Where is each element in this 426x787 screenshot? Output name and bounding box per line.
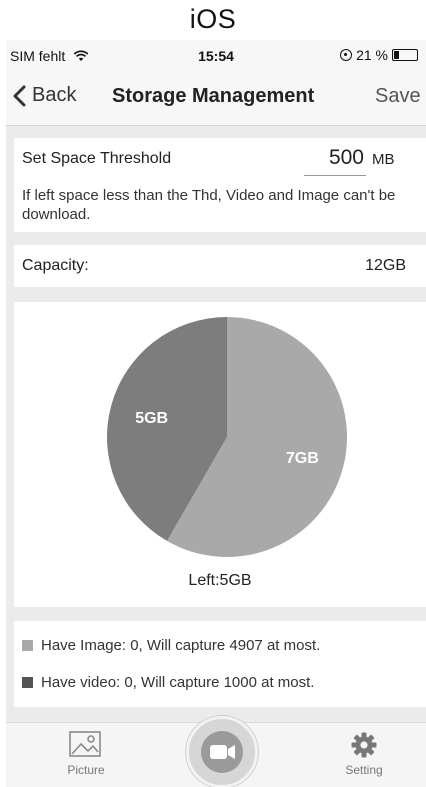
threshold-unit: MB [372, 151, 395, 168]
threshold-input-underline [304, 175, 366, 176]
rotation-lock-icon [340, 49, 353, 61]
legend-video: Have video: 0, Will capture 1000 at most… [22, 674, 314, 691]
legend-image-text: Have Image: 0, Will capture 4907 at most… [41, 637, 321, 654]
save-button[interactable]: Save [375, 85, 421, 108]
chevron-left-icon [13, 85, 26, 106]
threshold-description: If left space less than the Thd, Video a… [22, 187, 396, 223]
back-label: Back [32, 84, 77, 106]
legend-section: Have Image: 0, Will capture 4907 at most… [14, 621, 426, 707]
back-button[interactable]: Back [12, 84, 76, 107]
record-video-button[interactable] [186, 716, 258, 787]
battery-icon [392, 49, 418, 61]
legend-image: Have Image: 0, Will capture 4907 at most… [22, 637, 320, 654]
legend-image-swatch [22, 640, 33, 651]
threshold-input[interactable]: 500 [304, 146, 364, 170]
threshold-section: Set Space Threshold 500 MB If left space… [14, 138, 426, 232]
storage-chart-section: 7GB 5GB Left:5GB [14, 302, 426, 607]
page-title: Storage Management [112, 85, 315, 107]
status-right: 21 % [340, 47, 418, 63]
left-space-label: Left:5GB [188, 572, 252, 589]
tab-picture[interactable]: Picture [56, 723, 116, 777]
storage-pie-chart: 7GB 5GB [106, 317, 347, 557]
capacity-label: Capacity: [22, 257, 89, 274]
tab-setting[interactable]: Setting [334, 723, 394, 777]
capacity-value: 12GB [365, 257, 406, 274]
battery-level [394, 51, 399, 59]
gear-icon [351, 732, 377, 758]
legend-video-text: Have video: 0, Will capture 1000 at most… [41, 674, 315, 691]
navigation-bar: Back Storage Management Save [6, 70, 426, 126]
capacity-section: Capacity: 12GB [14, 245, 426, 287]
pie-slice-left-label: 5GB [135, 410, 168, 427]
legend-video-swatch [22, 677, 33, 688]
status-bar: SIM fehlt 15:54 21 % [6, 40, 426, 70]
phone-screen: SIM fehlt 15:54 21 % Back Storage Manage… [6, 40, 426, 787]
video-camera-icon [201, 731, 243, 773]
tab-picture-label: Picture [67, 763, 105, 777]
battery-percent: 21 % [356, 47, 388, 63]
threshold-label: Set Space Threshold [22, 150, 172, 167]
picture-icon [69, 731, 101, 757]
pie-slice-used-label: 7GB [286, 450, 319, 467]
tab-setting-label: Setting [345, 763, 383, 777]
platform-label: iOS [189, 4, 237, 34]
